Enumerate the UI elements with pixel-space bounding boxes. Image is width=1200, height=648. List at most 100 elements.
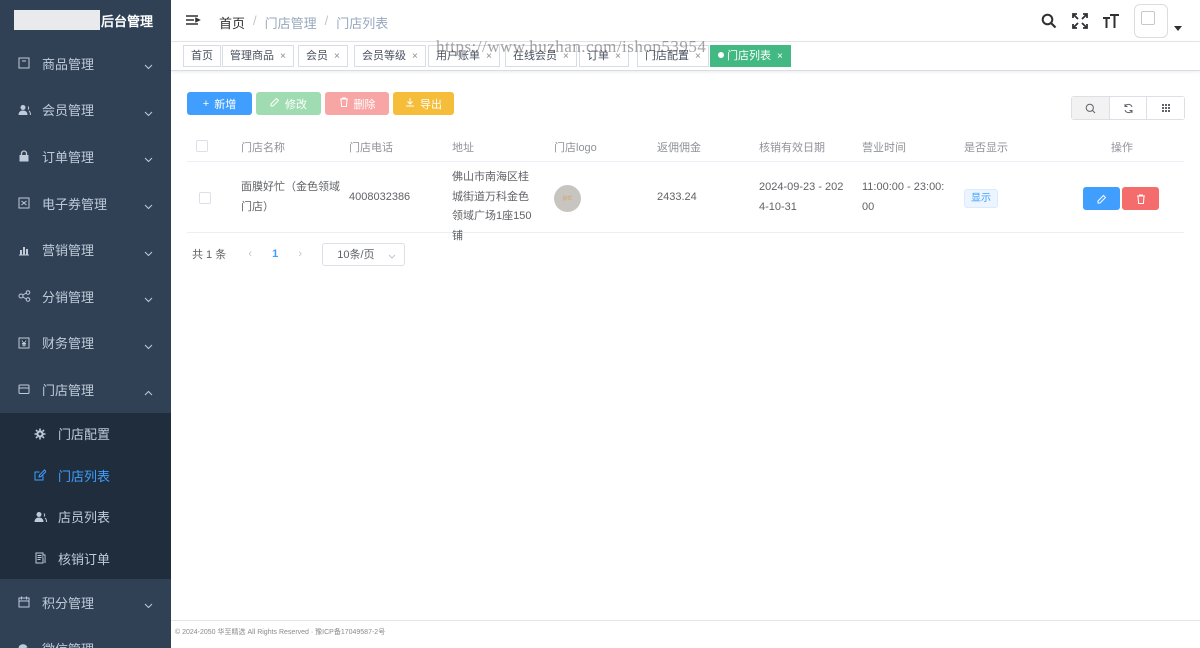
store-icon: [17, 382, 31, 396]
tag-2[interactable]: 会员 ×: [298, 45, 348, 67]
store-submenu: 门店配置 门店列表 店员列表核销订单: [0, 412, 171, 579]
sidebar-menu-calendar[interactable]: 积分管理: [0, 579, 171, 626]
page-size-select[interactable]: 10条/页: [322, 242, 406, 266]
doc-icon: [33, 551, 47, 565]
navbar: 首页 / 门店管理 / 门店列表: [171, 0, 1200, 42]
edit-button[interactable]: 修改: [256, 92, 321, 115]
plus-icon: +: [202, 97, 210, 110]
close-icon[interactable]: ×: [777, 51, 783, 62]
table-row: 面膜好忙（金色领域门店） 4008032386 佛山市南海区桂城街道万科金色领域…: [187, 162, 1184, 242]
coupon-icon: [17, 196, 31, 210]
close-icon[interactable]: ×: [334, 51, 340, 62]
app-logo[interactable]: 后台管理: [0, 0, 171, 40]
trash-icon: [339, 97, 349, 110]
sidebar-menu-label: 商品管理: [42, 56, 95, 72]
delete-button[interactable]: 删除: [325, 92, 389, 115]
fullscreen-icon[interactable]: [1071, 12, 1089, 30]
select-all-checkbox[interactable]: [196, 140, 208, 152]
edit-icon: [270, 97, 280, 110]
tag-label: 门店列表: [727, 50, 771, 62]
sidebar-menu-member[interactable]: 会员管理: [0, 87, 171, 134]
chevron-down-icon: [144, 58, 153, 73]
store-logo-text: 好忙: [562, 196, 573, 202]
tag-label: 管理商品: [230, 50, 274, 62]
edit-icon: [1097, 194, 1106, 203]
chevron-down-icon: [144, 338, 153, 353]
row-checkbox[interactable]: [199, 192, 211, 204]
sidebar-menu-wechat[interactable]: 微信管理: [0, 625, 171, 648]
watermark: https://www.huzhan.com/ishop53954: [436, 37, 707, 56]
user-icon: [33, 510, 47, 524]
sidebar-menu-lock[interactable]: 订单管理: [0, 133, 171, 180]
export-button-label: 导出: [420, 98, 442, 111]
chevron-down-icon: [388, 251, 396, 263]
sidebar-menu-store[interactable]: 门店管理: [0, 366, 171, 413]
column-header-address: 地址: [452, 142, 474, 154]
table-header: 门店名称 门店电话 地址 门店logo 返佣佣金 核销有效日期 营业时间 是否显…: [187, 130, 1184, 162]
sidebar-menu-label: 门店管理: [42, 382, 95, 398]
column-header-commission: 返佣佣金: [657, 142, 701, 154]
sidebar-menu-finance[interactable]: 财务管理: [0, 320, 171, 367]
font-size-icon[interactable]: [1102, 12, 1120, 30]
hamburger-icon[interactable]: [185, 13, 201, 29]
sidebar-menu-goods[interactable]: 商品管理: [0, 40, 171, 87]
sidebar-menu-label: 财务管理: [42, 336, 95, 352]
sidebar-subitem-label: 核销订单: [58, 551, 111, 567]
edit-button-label: 修改: [285, 98, 307, 111]
store-logo: 好忙: [554, 185, 581, 212]
store-hours: 11:00:00 - 23:00:00: [862, 181, 945, 213]
tag-1[interactable]: 管理商品 ×: [222, 45, 294, 67]
trash-icon: [1136, 194, 1145, 204]
column-header-visible: 是否显示: [964, 142, 1008, 154]
row-delete-button[interactable]: [1122, 187, 1159, 210]
sidebar-menu-label: 电子券管理: [42, 196, 108, 212]
tag-3[interactable]: 会员等级 ×: [354, 45, 426, 67]
page-number[interactable]: 1: [258, 248, 292, 260]
sidebar-menu-label: 会员管理: [42, 103, 95, 119]
refresh-button[interactable]: [1108, 97, 1147, 119]
row-edit-button[interactable]: [1083, 187, 1120, 210]
add-button[interactable]: + 新增: [187, 92, 252, 115]
sidebar-menu-share[interactable]: 分销管理: [0, 273, 171, 320]
store-table: 门店名称 门店电话 地址 门店logo 返佣佣金 核销有效日期 营业时间 是否显…: [187, 130, 1184, 242]
tag-0[interactable]: 首页: [183, 45, 221, 67]
toggle-search-button[interactable]: [1072, 97, 1109, 119]
prev-page-button[interactable]: ‹: [242, 248, 258, 260]
avatar[interactable]: [1134, 4, 1168, 38]
breadcrumb-home[interactable]: 首页: [219, 13, 245, 32]
breadcrumb-store-management: 门店管理: [264, 16, 317, 31]
sidebar: 后台管理 商品管理会员管理订单管理电子券管理营销管理 分销管理财务管理门店管理 门…: [0, 0, 171, 648]
sidebar-subitem-edit[interactable]: 门店列表: [0, 454, 171, 496]
sidebar-menu-coupon[interactable]: 电子券管理: [0, 180, 171, 227]
column-header-valid-date: 核销有效日期: [759, 142, 825, 154]
close-icon[interactable]: ×: [280, 51, 286, 62]
next-page-button[interactable]: ›: [292, 248, 308, 260]
sidebar-subitem-doc[interactable]: 核销订单: [0, 537, 171, 579]
tag-8[interactable]: 门店列表 ×: [710, 45, 791, 67]
search-icon: [1085, 103, 1096, 113]
search-icon[interactable]: [1040, 12, 1058, 30]
export-button[interactable]: 导出: [393, 92, 454, 115]
delete-button-label: 删除: [353, 98, 376, 111]
store-phone: 4008032386: [349, 191, 411, 203]
page-size-value: 10条/页: [337, 249, 375, 261]
sidebar-subitem-gear[interactable]: 门店配置: [0, 413, 171, 455]
caret-down-icon[interactable]: [1174, 21, 1182, 35]
sidebar-subitem-user[interactable]: 店员列表: [0, 496, 171, 538]
breadcrumb-separator: /: [253, 13, 257, 28]
add-button-label: 新增: [214, 98, 237, 111]
chevron-down-icon: [144, 198, 153, 213]
close-icon[interactable]: ×: [412, 51, 418, 62]
edit-icon: [33, 468, 47, 482]
tag-label: 首页: [191, 50, 213, 62]
sidebar-menu-chart[interactable]: 营销管理: [0, 226, 171, 273]
columns-button[interactable]: [1146, 97, 1185, 119]
column-header-phone: 门店电话: [349, 142, 393, 154]
tag-label: 会员: [306, 50, 328, 62]
lock-icon: [17, 149, 31, 163]
pagination-total: 共 1 条: [192, 249, 227, 261]
chevron-down-icon: [144, 597, 153, 612]
chart-icon: [17, 243, 31, 257]
download-icon: [405, 97, 415, 110]
table-tools: [1071, 96, 1185, 120]
